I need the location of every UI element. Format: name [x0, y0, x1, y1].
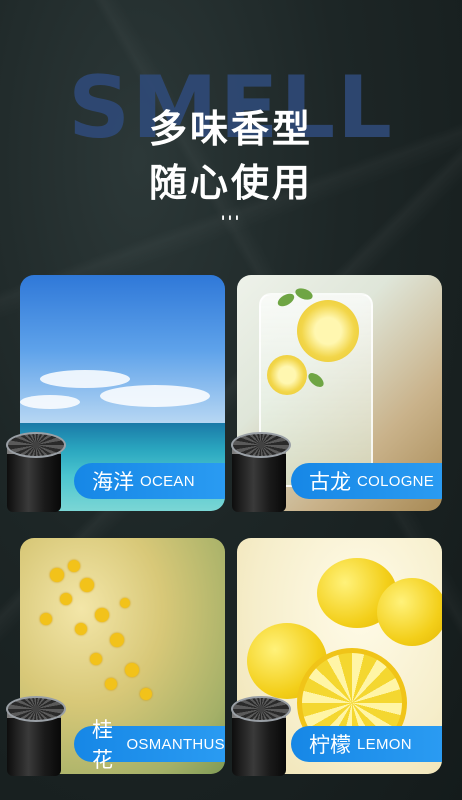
scent-name-cn: 古龙 — [309, 470, 351, 494]
diffuser-device-image — [6, 432, 66, 512]
scent-name-cn: 海洋 — [92, 470, 134, 494]
headline-line-2: 随心使用 — [148, 161, 313, 205]
scent-label-cologne: 古龙 COLOGNE — [291, 463, 442, 499]
diffuser-device-image — [231, 432, 291, 512]
scent-name-cn: 桂花 — [92, 718, 113, 772]
scent-name-cn: 柠檬 — [309, 733, 351, 757]
scent-name-en: LEMON — [357, 735, 412, 753]
diffuser-device-image — [231, 696, 291, 776]
scent-name-en: OCEAN — [140, 472, 195, 490]
scent-label-lemon: 柠檬 LEMON — [291, 726, 442, 762]
diffuser-device-image — [6, 696, 66, 776]
scent-label-ocean: 海洋 OCEAN — [74, 463, 225, 499]
scent-name-en: COLOGNE — [357, 472, 435, 490]
decor-dots: ''' — [220, 212, 242, 231]
scent-label-osmanthus: 桂花 OSMANTHUS — [74, 718, 225, 772]
scent-name-en: OSMANTHUS — [126, 735, 225, 753]
headline-line-1: 多味香型 — [148, 107, 313, 151]
